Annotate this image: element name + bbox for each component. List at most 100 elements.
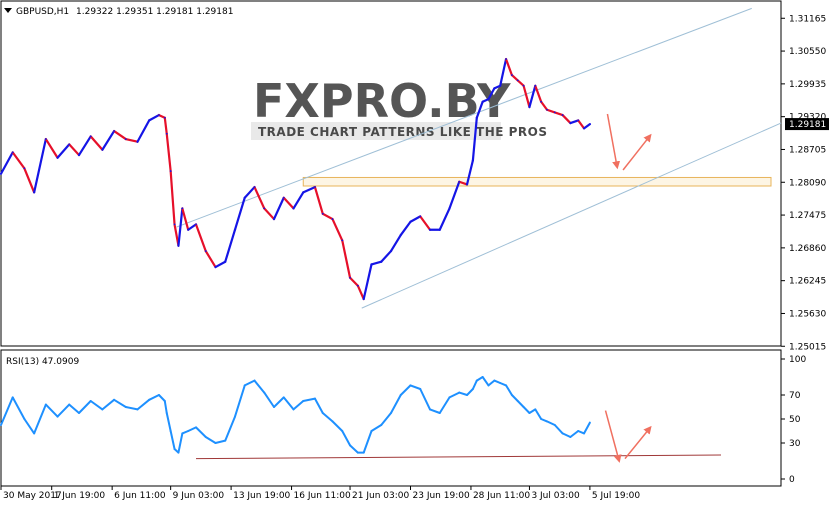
logo-name: FXPRO.BY (253, 74, 511, 128)
price-point (169, 170, 172, 172)
price-point (314, 186, 316, 188)
time-tick-label: 16 Jun 11:00 (294, 491, 351, 501)
price-point (561, 114, 564, 116)
rsi-tick-label: 100 (789, 355, 806, 365)
price-point (349, 276, 351, 279)
price-point (429, 228, 431, 231)
time-axis: 30 May 20171 Jun 19:00 6 Jun 11:00 9 Jun 0… (0, 486, 641, 501)
price-point (475, 116, 478, 119)
price-point (181, 207, 184, 210)
price-point (448, 207, 451, 210)
chart-header: GBPUSD,H1 1.29322 1.29351 1.29181 1.2918… (4, 7, 233, 17)
price-point (516, 79, 519, 82)
price-point (136, 140, 139, 143)
price-point (569, 122, 572, 124)
forex-chart: 1.311651.305501.299351.293201.287051.280… (0, 0, 829, 501)
price-point (23, 167, 26, 170)
time-tick-label: 9 Jun 03:00 (173, 491, 225, 501)
time-tick-label: 6 Jun 11:00 (114, 491, 166, 501)
time-tick-label: 28 Jun 11:00 (473, 491, 530, 501)
time-tick-label: 3 Jul 03:00 (531, 491, 580, 501)
price-tick-label: 1.26860 (789, 244, 826, 254)
price-point (399, 234, 402, 236)
price-point (466, 183, 468, 186)
price-point (253, 186, 256, 188)
price-axis: 1.311651.305501.299351.293201.287051.280… (781, 14, 826, 352)
price-point (331, 218, 334, 220)
price-point (234, 228, 236, 231)
support-zone (302, 176, 772, 187)
symbol-label: GBPUSD,H1 (16, 7, 69, 17)
price-point (499, 84, 502, 87)
price-panel (0, 0, 782, 347)
price-point (409, 220, 412, 223)
price-point (481, 100, 484, 103)
price-point (224, 260, 227, 263)
price-point (101, 148, 104, 151)
quote-label: 1.29322 1.29351 1.29181 1.29181 (76, 7, 233, 17)
rsi-title: RSI(13) 47.0909 (6, 357, 79, 367)
current-price-label: 1.29181 (789, 120, 826, 130)
price-point (356, 284, 359, 287)
price-point (0, 172, 2, 175)
time-tick-label: 23 Jun 19:00 (413, 491, 470, 501)
price-point (113, 130, 115, 132)
price-point (493, 87, 496, 90)
price-point (511, 74, 513, 76)
price-point (472, 159, 474, 162)
price-point (362, 298, 365, 300)
logo-tagline: TRADE CHART PATTERNS LIKE THE PROS (258, 125, 548, 139)
price-point (302, 191, 305, 194)
price-point (341, 239, 344, 242)
price-point (380, 260, 383, 263)
time-tick-label: 5 Jul 19:00 (592, 491, 641, 501)
price-point (165, 132, 168, 135)
price-point (78, 154, 80, 156)
price-point (292, 207, 295, 210)
rsi-tick-label: 30 (789, 439, 801, 449)
price-point (44, 138, 47, 140)
price-point (187, 228, 190, 231)
time-tick-label: 1 Jun 19:00 (54, 491, 106, 501)
rsi-panel (0, 349, 782, 487)
price-point (11, 151, 14, 154)
price-tick-label: 1.30550 (789, 47, 826, 57)
rsi-axis: 100 70 50 30 0 (781, 355, 806, 485)
price-tick-label: 1.29935 (789, 80, 826, 90)
price-point (390, 250, 392, 252)
price-tick-label: 1.25630 (789, 309, 826, 319)
price-point (528, 106, 531, 108)
price-point (589, 123, 591, 126)
price-point (158, 114, 160, 116)
price-point (263, 207, 266, 210)
price-point (273, 218, 275, 220)
price-point (370, 263, 373, 266)
price-tick-label: 1.31165 (789, 14, 826, 24)
price-point (487, 98, 490, 100)
price-point (534, 84, 537, 87)
current-price-tag: 1.29181 (785, 118, 829, 131)
price-tick-label: 1.28705 (789, 145, 826, 155)
price-point (68, 143, 71, 146)
time-tick-label: 21 Jun 03:00 (352, 491, 409, 501)
price-point (540, 100, 543, 103)
price-point (33, 191, 36, 194)
price-point (419, 215, 422, 218)
rsi-tick-label: 0 (789, 475, 795, 485)
price-point (89, 135, 92, 138)
price-point (505, 58, 507, 60)
time-tick-label: 13 Jun 19:00 (233, 491, 290, 501)
price-tick-label: 1.25015 (789, 342, 826, 352)
price-point (173, 223, 176, 226)
price-point (522, 84, 525, 87)
price-point (56, 156, 59, 159)
price-tick-label: 1.27475 (789, 211, 826, 221)
price-point (204, 250, 207, 252)
rsi-tick-label: 50 (789, 415, 801, 425)
price-point (458, 180, 461, 183)
price-tick-label: 1.28090 (789, 178, 826, 188)
price-point (583, 127, 585, 130)
price-point (195, 223, 197, 226)
price-point (124, 138, 127, 140)
price-point (148, 119, 151, 122)
